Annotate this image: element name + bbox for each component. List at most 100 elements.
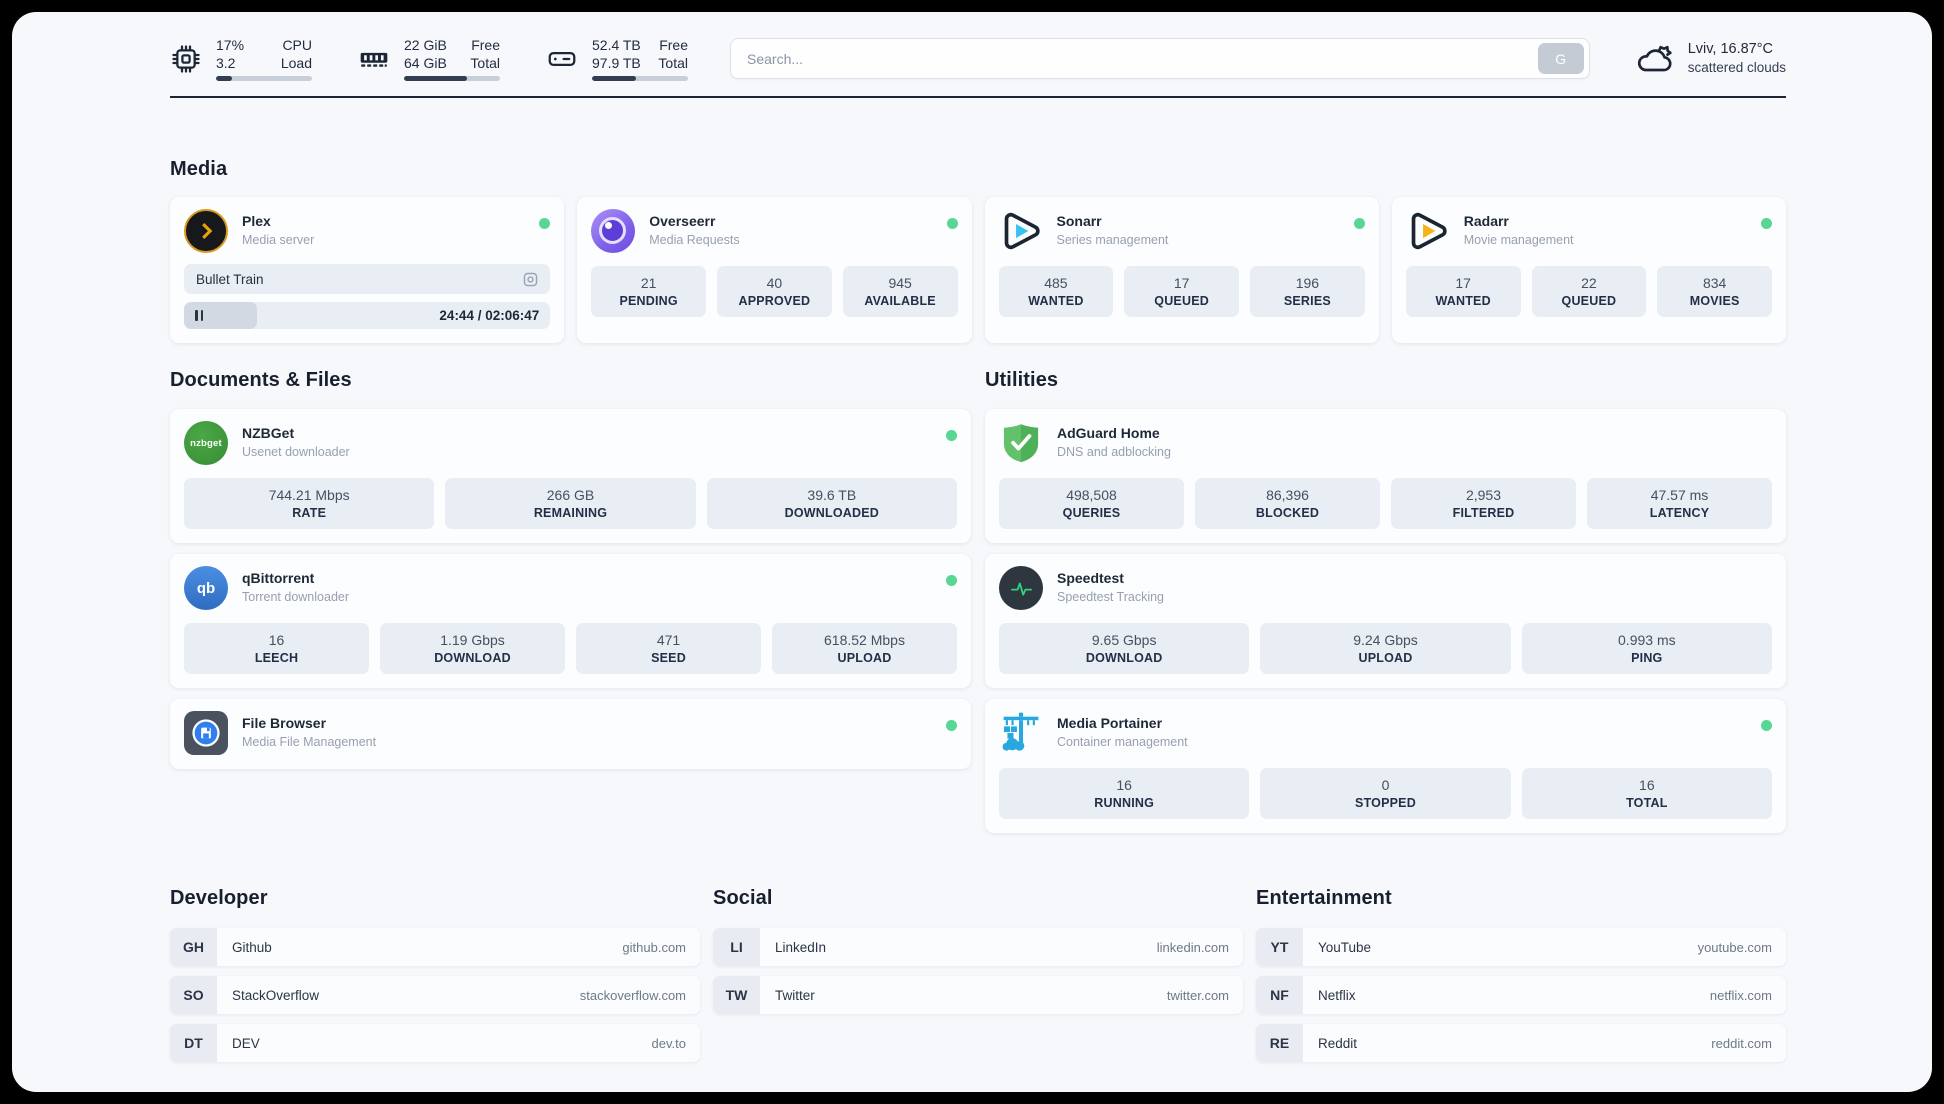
- stat-value: 39.6 TB: [807, 487, 857, 503]
- link-youtube[interactable]: YT YouTube youtube.com: [1256, 928, 1786, 966]
- filebrowser-card-header: File Browser Media File Management: [184, 711, 957, 755]
- stat-value: 834: [1702, 275, 1727, 291]
- disk-free-value: 52.4 TB: [592, 37, 641, 53]
- link-twitter[interactable]: TW Twitter twitter.com: [713, 976, 1243, 1014]
- stat-box: 47.57 ms LATENCY: [1587, 478, 1772, 529]
- links-sections: Developer GH Github github.com SO StackO…: [170, 887, 1786, 1062]
- card-nzbget[interactable]: nzbget NZBGet Usenet downloader 744.21 M…: [170, 409, 971, 543]
- developer-section-title: Developer: [170, 887, 268, 909]
- dashboard-page: 17% CPU 3.2 Load 22 GiB Free 64 GiB Tota…: [12, 12, 1932, 1092]
- now-playing-row: Bullet Train: [184, 264, 551, 294]
- now-playing-session-icon: [524, 272, 538, 286]
- section-media: Media Plex Media server Bullet Train 24:…: [170, 158, 1786, 343]
- stat-label: BLOCKED: [1255, 506, 1320, 520]
- disk-stat-text: 52.4 TB Free 97.9 TB Total: [592, 36, 688, 81]
- link-dev[interactable]: DT DEV dev.to: [170, 1024, 700, 1062]
- status-dot: [946, 720, 957, 731]
- ram-icon: [360, 52, 388, 67]
- disk-progress-fill: [592, 76, 637, 81]
- stat-value: 196: [1295, 275, 1320, 291]
- speedtest-stats: 9.65 Gbps DOWNLOAD 9.24 Gbps UPLOAD 0.993 …: [999, 623, 1772, 674]
- card-radarr[interactable]: Radarr Movie management 17 WANTED 22 QUEUE…: [1391, 197, 1786, 343]
- adguard-icon: [1003, 424, 1039, 463]
- link-name: LinkedIn: [775, 939, 827, 955]
- card-filebrowser[interactable]: File Browser Media File Management: [170, 699, 971, 769]
- stat-label: REMAINING: [533, 506, 608, 520]
- link-stackoverflow[interactable]: SO StackOverflow stackoverflow.com: [170, 976, 700, 1014]
- stat-box: 618.52 Mbps UPLOAD: [772, 623, 957, 674]
- sonarr-titles: Sonarr Series management: [1057, 209, 1169, 247]
- status-dot: [1353, 218, 1365, 229]
- card-sonarr[interactable]: Sonarr Series management 485 WANTED 17 QUE…: [984, 197, 1379, 343]
- link-url: linkedin.com: [1156, 939, 1229, 955]
- stat-box: 744.21 Mbps RATE: [184, 478, 435, 529]
- cpu-value: 17%: [216, 37, 245, 53]
- link-linkedin[interactable]: LI LinkedIn linkedin.com: [713, 928, 1243, 966]
- app-name: NZBGet: [242, 425, 295, 441]
- disk-icon: [548, 51, 576, 66]
- cpu-label: CPU: [282, 37, 312, 53]
- disk-total-value: 97.9 TB: [592, 55, 641, 71]
- link-reddit[interactable]: RE Reddit reddit.com: [1256, 1024, 1786, 1062]
- app-desc: Media File Management: [242, 735, 377, 749]
- stat-box: 17 WANTED: [1405, 266, 1521, 317]
- system-stats: 17% CPU 3.2 Load 22 GiB Free 64 GiB Tota…: [170, 36, 688, 81]
- stat-label: QUEUED: [1154, 294, 1209, 308]
- stat-label: RATE: [292, 506, 327, 520]
- adguard-stats: 498,508 QUERIES 86,396 BLOCKED 2,953 FILTER…: [999, 478, 1772, 529]
- card-portainer[interactable]: Media Portainer Container management 16 R…: [985, 699, 1786, 833]
- netflix-abbr-icon: NF: [1256, 976, 1303, 1014]
- social-section-title: Social: [713, 887, 773, 909]
- cpu-stat-text: 17% CPU 3.2 Load: [216, 36, 312, 81]
- app-desc: Media server: [242, 233, 315, 247]
- search-input[interactable]: [747, 50, 1538, 67]
- status-dot: [1761, 218, 1772, 229]
- portainer-icon: [999, 711, 1043, 755]
- stat-box: 16 RUNNING: [999, 768, 1250, 819]
- stat-box: 945 AVAILABLE: [842, 266, 958, 317]
- nzbget-titles: NZBGet Usenet downloader: [242, 421, 350, 459]
- card-plex[interactable]: Plex Media server Bullet Train 24:44 / 0…: [170, 197, 565, 343]
- header-divider: [170, 96, 1786, 98]
- disk-free-label: Free: [659, 37, 688, 53]
- now-playing-title: Bullet Train: [196, 271, 264, 287]
- card-overseerr[interactable]: Overseerr Media Requests 21 PENDING 40 APP…: [577, 197, 972, 343]
- app-desc: Speedtest Tracking: [1057, 590, 1165, 604]
- ram-stat-text: 22 GiB Free 64 GiB Total: [404, 36, 500, 81]
- link-github[interactable]: GH Github github.com: [170, 928, 700, 966]
- app-name: Media Portainer: [1057, 715, 1163, 731]
- stat-box: 16 TOTAL: [1521, 768, 1772, 819]
- app-name: Speedtest: [1057, 570, 1124, 586]
- media-section-title: Media: [170, 158, 228, 180]
- stat-value: 9.24 Gbps: [1353, 632, 1418, 648]
- disk-progress-track: [592, 76, 688, 81]
- stat-value: 485: [1044, 275, 1068, 291]
- search-engine-button[interactable]: G: [1537, 43, 1584, 74]
- portainer-titles: Media Portainer Container management: [1057, 711, 1188, 749]
- app-desc: Series management: [1056, 233, 1169, 247]
- stat-label: WANTED: [1028, 294, 1084, 308]
- mid-sections: Documents & Files nzbget NZBGet Usenet d…: [170, 369, 1786, 833]
- link-name: Twitter: [775, 987, 815, 1003]
- app-desc: Torrent downloader: [242, 590, 350, 604]
- stat-value: 47.57 ms: [1650, 487, 1709, 503]
- sonarr-stats: 485 WANTED 17 QUEUED 196 SERIES: [998, 266, 1365, 317]
- top-bar: 17% CPU 3.2 Load 22 GiB Free 64 GiB Tota…: [170, 36, 1786, 81]
- card-speedtest[interactable]: Speedtest Speedtest Tracking 9.65 Gbps DO…: [985, 554, 1786, 688]
- card-qbittorrent[interactable]: qb qBittorrent Torrent downloader 16 LEEC…: [170, 554, 971, 688]
- app-desc: Media Requests: [649, 233, 740, 247]
- stat-box: 498,508 QUERIES: [999, 478, 1184, 529]
- stat-label: TOTAL: [1626, 796, 1668, 810]
- link-netflix[interactable]: NF Netflix netflix.com: [1256, 976, 1786, 1014]
- app-desc: Movie management: [1463, 233, 1574, 247]
- card-adguard[interactable]: AdGuard Home DNS and adblocking 498,508 Q…: [985, 409, 1786, 543]
- twitter-abbr-icon: TW: [713, 976, 760, 1014]
- radarr-stats: 17 WANTED 22 QUEUED 834 MOVIES: [1405, 266, 1772, 317]
- stat-label: STOPPED: [1355, 796, 1416, 810]
- plex-card-header: Plex Media server: [184, 209, 551, 253]
- stat-value: 17: [1455, 275, 1471, 291]
- speedtest-card-header: Speedtest Speedtest Tracking: [999, 566, 1772, 610]
- section-documents: Documents & Files nzbget NZBGet Usenet d…: [170, 369, 971, 769]
- dashboard-root: { "theme": { "status_online": "#57d793",…: [0, 0, 1944, 1104]
- stat-box: 485 WANTED: [998, 266, 1114, 317]
